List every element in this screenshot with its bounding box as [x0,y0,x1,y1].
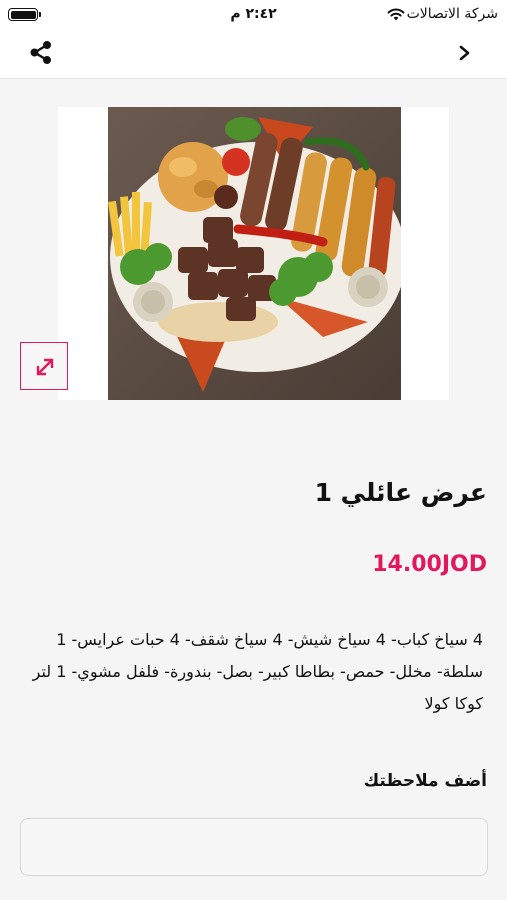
notes-input[interactable] [20,818,488,876]
product-photo[interactable] [108,107,401,400]
product-description: 4 سياخ كباب- 4 سياخ شيش- 4 سياخ شقف- 4 ح… [32,630,483,713]
carrier-name: شركة الاتصالات [406,6,498,22]
product-price: 14.00JOD [372,552,487,577]
status-bar: ٢:٤٢ م شركة الاتصالات [0,0,507,30]
share-icon[interactable] [26,38,56,68]
nav-bar [0,30,507,79]
chevron-right-icon[interactable] [453,40,477,66]
wifi-icon [387,8,405,21]
notes-label: أضف ملاحظتك [363,771,487,791]
product-title: عرض عائلي 1 [314,478,487,507]
expand-image-button[interactable] [20,342,68,390]
expand-icon [36,358,54,376]
